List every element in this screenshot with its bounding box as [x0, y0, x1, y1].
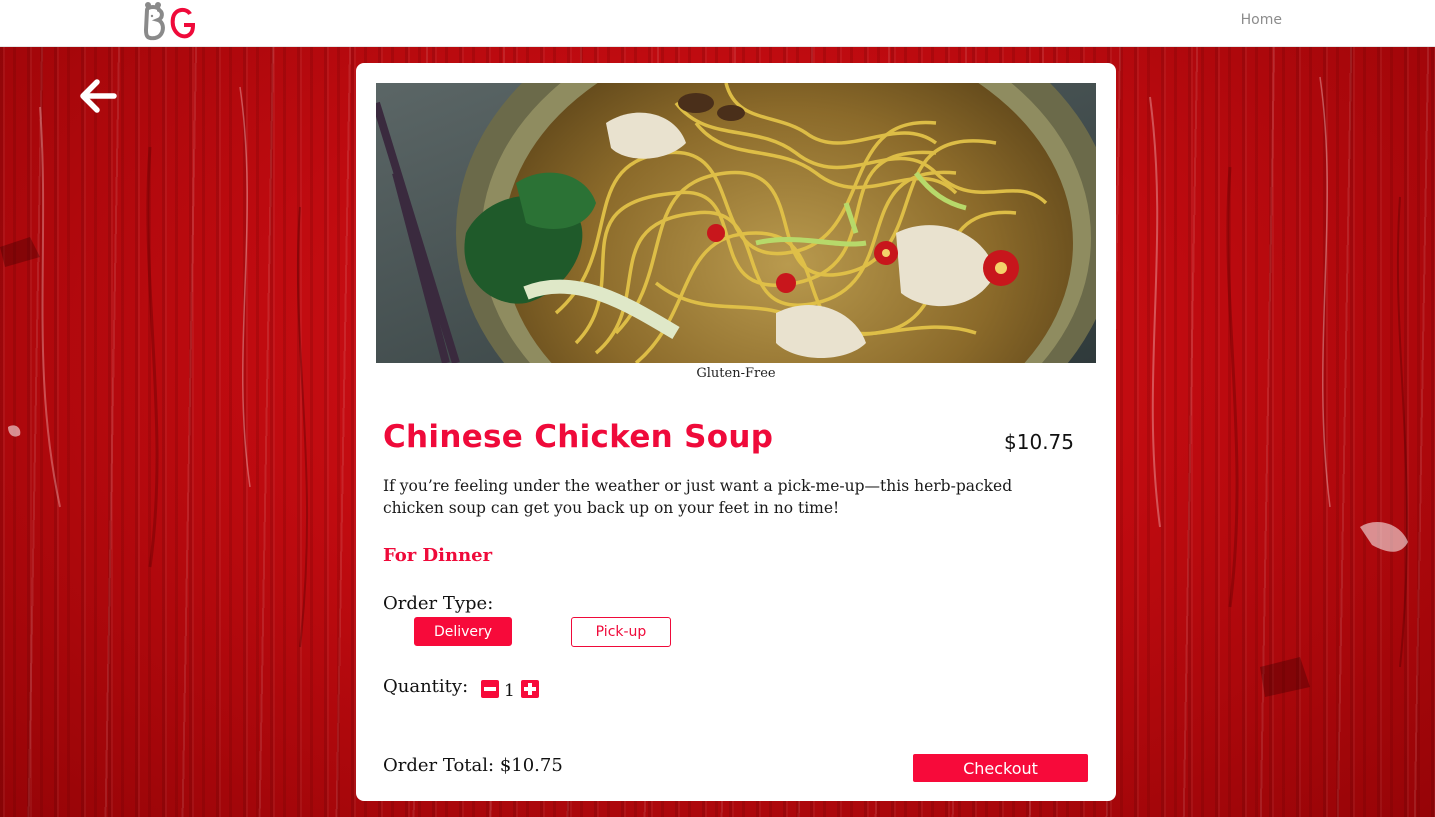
product-title: Chinese Chicken Soup [383, 419, 774, 455]
brand-logo[interactable] [143, 0, 197, 42]
noodle-soup-bowl-photo [376, 83, 1096, 363]
quantity-value: 1 [504, 681, 515, 701]
nav-home-link[interactable]: Home [1241, 12, 1282, 28]
dietary-tag: Gluten-Free [696, 366, 776, 381]
bg-monogram-icon [143, 2, 196, 41]
increase-quantity-icon[interactable] [521, 680, 539, 698]
back-arrow-icon[interactable] [78, 78, 118, 114]
product-image [376, 83, 1096, 363]
product-card: Gluten-Free Chinese Chicken Soup $10.75 … [356, 63, 1116, 801]
delivery-button[interactable]: Delivery [414, 617, 512, 646]
checkout-button[interactable]: Checkout [913, 754, 1088, 782]
meal-category: For Dinner [383, 545, 493, 566]
product-description: If you’re feeling under the weather or j… [383, 477, 1013, 517]
order-total: Order Total: $10.75 [383, 755, 563, 776]
pickup-button[interactable]: Pick-up [571, 617, 671, 647]
quantity-label: Quantity: [383, 676, 469, 697]
top-navbar: Home [0, 0, 1435, 47]
decrease-quantity-icon[interactable] [481, 680, 499, 698]
order-type-label: Order Type: [383, 593, 494, 614]
product-price: $10.75 [1004, 430, 1074, 454]
